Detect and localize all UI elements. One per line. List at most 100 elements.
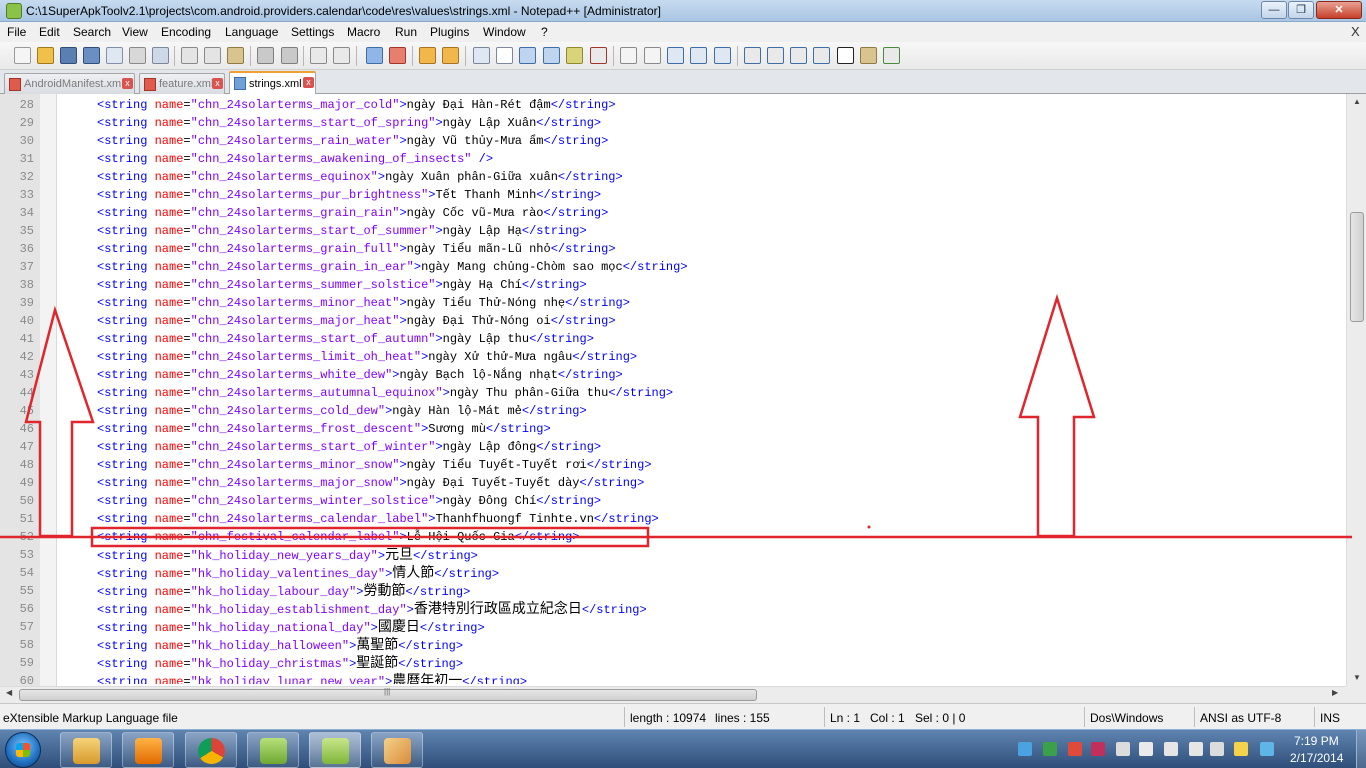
close-document-button[interactable]: X (1351, 24, 1360, 39)
taskbar-chrome[interactable] (185, 732, 237, 768)
spell-settings-icon[interactable] (860, 47, 877, 64)
volume-icon[interactable] (1189, 742, 1203, 756)
close-icon[interactable]: x (212, 78, 223, 89)
redo-icon[interactable] (281, 47, 298, 64)
security-tray-icon[interactable] (1068, 742, 1082, 756)
run-macro-multiple-icon[interactable] (690, 47, 707, 64)
spell-check-icon[interactable] (837, 47, 854, 64)
user-language-icon[interactable] (543, 47, 560, 64)
code-line[interactable]: 42 <string name="chn_24solarterms_limit_o… (0, 348, 1346, 366)
horizontal-scrollbar[interactable]: ◀ ||| ▶ (0, 686, 1346, 703)
bluetooth-tray-icon[interactable] (1018, 742, 1032, 756)
undo-icon[interactable] (257, 47, 274, 64)
tab-strings[interactable]: strings.xml x (229, 71, 316, 95)
down-arrow-icon[interactable] (790, 47, 807, 64)
print-icon[interactable] (152, 47, 169, 64)
close-all-icon[interactable] (129, 47, 146, 64)
show-desktop-button[interactable] (1356, 730, 1366, 768)
record-macro-icon[interactable] (620, 47, 637, 64)
code-line[interactable]: 54 <string name="hk_holiday_valentines_da… (0, 564, 1346, 582)
menu-file[interactable]: File (7, 25, 26, 39)
code-line[interactable]: 58 <string name="hk_holiday_halloween">萬聖… (0, 636, 1346, 654)
collapse-icon[interactable] (744, 47, 761, 64)
taskbar-android-tool[interactable] (247, 732, 299, 768)
tab-androidmanifest[interactable]: AndroidManifest.xml x (4, 73, 135, 94)
find-icon[interactable] (310, 47, 327, 64)
save-macro-icon[interactable] (714, 47, 731, 64)
open-file-icon[interactable] (37, 47, 54, 64)
code-line[interactable]: 59 <string name="hk_holiday_christmas">聖誕… (0, 654, 1346, 672)
sync-horizontal-icon[interactable] (442, 47, 459, 64)
menu-window[interactable]: Window (483, 25, 526, 39)
code-line[interactable]: 41 <string name="chn_24solarterms_start_o… (0, 330, 1346, 348)
code-line[interactable]: 36 <string name="chn_24solarterms_grain_f… (0, 240, 1346, 258)
code-line[interactable]: 31 <string name="chn_24solarterms_awakeni… (0, 150, 1346, 168)
expand-icon[interactable] (813, 47, 830, 64)
menu-edit[interactable]: Edit (39, 25, 60, 39)
play-macro-icon[interactable] (667, 47, 684, 64)
close-file-icon[interactable] (106, 47, 123, 64)
code-line[interactable]: 44 <string name="chn_24solarterms_autumna… (0, 384, 1346, 402)
code-line[interactable]: 40 <string name="chn_24solarterms_major_h… (0, 312, 1346, 330)
menu-language[interactable]: Language (225, 25, 278, 39)
menu-macro[interactable]: Macro (347, 25, 380, 39)
code-line[interactable]: 34 <string name="chn_24solarterms_grain_r… (0, 204, 1346, 222)
code-line[interactable]: 46 <string name="chn_24solarterms_frost_d… (0, 420, 1346, 438)
menu-encoding[interactable]: Encoding (161, 25, 211, 39)
menu-search[interactable]: Search (73, 25, 111, 39)
word-wrap-icon[interactable] (473, 47, 490, 64)
code-line[interactable]: 53 <string name="hk_holiday_new_years_day… (0, 546, 1346, 564)
vertical-scrollbar[interactable]: ▲ ▼ (1346, 94, 1366, 686)
code-line[interactable]: 30 <string name="chn_24solarterms_rain_wa… (0, 132, 1346, 150)
show-all-chars-icon[interactable] (496, 47, 513, 64)
copy-icon[interactable] (204, 47, 221, 64)
menu-view[interactable]: View (122, 25, 148, 39)
code-line[interactable]: 28 <string name="chn_24solarterms_major_c… (0, 96, 1346, 114)
doc-map-icon[interactable] (566, 47, 583, 64)
menu-run[interactable]: Run (395, 25, 417, 39)
code-line[interactable]: 33 <string name="chn_24solarterms_pur_bri… (0, 186, 1346, 204)
zoom-in-icon[interactable] (366, 47, 383, 64)
scroll-down-icon[interactable]: ▼ (1347, 670, 1366, 686)
code-line[interactable]: 51 <string name="chn_24solarterms_calenda… (0, 510, 1346, 528)
vertical-scroll-thumb[interactable] (1350, 212, 1364, 322)
tab-feature[interactable]: feature.xml x (139, 73, 225, 94)
code-line[interactable]: 38 <string name="chn_24solarterms_summer_… (0, 276, 1346, 294)
sync-vertical-icon[interactable] (419, 47, 436, 64)
code-line[interactable]: 60 <string name="hk_holiday_lunar_new_yea… (0, 672, 1346, 684)
code-line[interactable]: 52 <string name="chn_festival_calendar_la… (0, 528, 1346, 546)
taskbar-file-explorer[interactable] (60, 732, 112, 768)
new-file-icon[interactable] (14, 47, 31, 64)
code-line[interactable]: 48 <string name="chn_24solarterms_minor_s… (0, 456, 1346, 474)
scroll-left-icon[interactable]: ◀ (6, 688, 12, 697)
save-all-icon[interactable] (83, 47, 100, 64)
signal-tray-icon[interactable] (1139, 742, 1153, 756)
bluetooth-icon[interactable] (1164, 742, 1178, 756)
code-line[interactable]: 37 <string name="chn_24solarterms_grain_i… (0, 258, 1346, 276)
usb-tray-icon[interactable] (1116, 742, 1130, 756)
minimize-button[interactable]: — (1261, 1, 1287, 19)
code-line[interactable]: 56 <string name="hk_holiday_establishment… (0, 600, 1346, 618)
stop-macro-icon[interactable] (644, 47, 661, 64)
menu-plugins[interactable]: Plugins (430, 25, 469, 39)
code-line[interactable]: 57 <string name="hk_holiday_national_day"… (0, 618, 1346, 636)
scroll-up-icon[interactable]: ▲ (1347, 94, 1366, 110)
indent-guide-icon[interactable] (519, 47, 536, 64)
code-line[interactable]: 47 <string name="chn_24solarterms_start_o… (0, 438, 1346, 456)
clock-date[interactable]: 2/17/2014 (1290, 751, 1343, 765)
code-line[interactable]: 43 <string name="chn_24solarterms_white_d… (0, 366, 1346, 384)
editor[interactable]: 28 <string name="chn_24solarterms_major_c… (0, 94, 1366, 686)
zoom-out-icon[interactable] (389, 47, 406, 64)
restore-button[interactable]: ❐ (1288, 1, 1314, 19)
sync-tray-icon[interactable] (1260, 742, 1274, 756)
code-line[interactable]: 29 <string name="chn_24solarterms_start_o… (0, 114, 1346, 132)
close-icon[interactable]: x (122, 78, 133, 89)
taskbar-notepad-plus-plus[interactable] (309, 732, 361, 768)
start-button[interactable] (5, 732, 41, 768)
code-line[interactable]: 55 <string name="hk_holiday_labour_day">勞… (0, 582, 1346, 600)
scroll-right-icon[interactable]: ▶ (1332, 688, 1338, 697)
network-tray-icon[interactable] (1043, 742, 1057, 756)
function-list-icon[interactable] (590, 47, 607, 64)
replace-icon[interactable] (333, 47, 350, 64)
antivirus-tray-icon[interactable] (1091, 742, 1105, 756)
